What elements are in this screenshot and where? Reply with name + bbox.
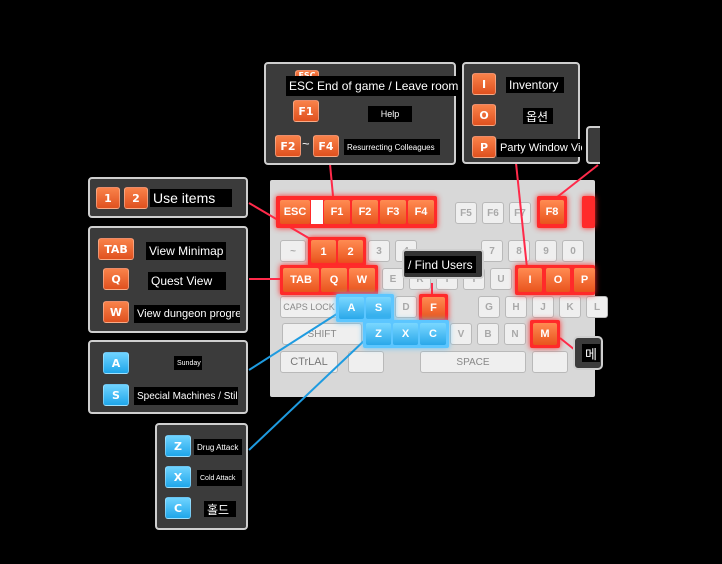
f2-key-badge: F2 bbox=[275, 135, 301, 157]
kb-key-c: C bbox=[420, 323, 446, 345]
kb-key-o: O bbox=[546, 268, 570, 292]
kb-key-w: W bbox=[349, 268, 375, 292]
esc-label: ESC End of game / Leave room bbox=[286, 76, 458, 96]
kb-key-f: F bbox=[422, 297, 445, 319]
c-key-badge: C bbox=[165, 497, 191, 519]
p-key-badge: P bbox=[472, 136, 496, 158]
kb-key-f4: F4 bbox=[408, 200, 434, 224]
q-key-badge: Q bbox=[103, 268, 129, 290]
key1-badge: 1 bbox=[96, 187, 120, 209]
resurrect-label: Resurrecting Colleagues bbox=[344, 139, 440, 155]
kb-key-p: P bbox=[574, 268, 595, 292]
x-key-badge: X bbox=[165, 466, 191, 488]
panel-offscreen-edge bbox=[586, 126, 600, 164]
kb-key-s: S bbox=[366, 297, 391, 319]
panel-tab-q-w: TAB View Minimap Q Quest View W View dun… bbox=[88, 226, 248, 333]
special-machines-label: Special Machines / Stillme bbox=[134, 387, 238, 405]
dungeon-progress-label: View dungeon progress bbox=[134, 305, 240, 323]
quest-view-label: Quest View bbox=[148, 272, 226, 290]
kb-key-esc: ESC bbox=[280, 200, 310, 224]
kb-key-a: A bbox=[339, 297, 364, 319]
cold-attack-label: Cold Attack bbox=[197, 470, 242, 486]
panel-top-right: I Inventory O 옵션 P Party Window View bbox=[462, 62, 582, 164]
tab-key-badge: TAB bbox=[98, 238, 134, 260]
f4-key-badge: F4 bbox=[313, 135, 339, 157]
kb-key-z: Z bbox=[366, 323, 391, 345]
w-key-badge: W bbox=[103, 301, 129, 323]
a-label: Sunday bbox=[174, 356, 202, 370]
kb-key-f2: F2 bbox=[352, 200, 378, 224]
help-label: Help bbox=[368, 106, 412, 122]
party-window-label: Party Window View bbox=[497, 139, 582, 157]
kb-key-x: X bbox=[393, 323, 418, 345]
options-label: 옵션 bbox=[523, 108, 553, 124]
kb-key-f1: F1 bbox=[324, 200, 350, 224]
find-users-callout: / Find Users bbox=[402, 249, 484, 279]
o-key-badge: O bbox=[472, 104, 496, 126]
kb-key-1: 1 bbox=[311, 240, 336, 263]
s-key-badge: S bbox=[103, 384, 129, 406]
use-items-label: Use items bbox=[150, 189, 232, 207]
minimap-label: View Minimap bbox=[146, 242, 226, 260]
drug-attack-label: Drug Attack bbox=[194, 439, 242, 455]
i-key-badge: I bbox=[472, 73, 496, 95]
m-callout: 메 bbox=[573, 336, 603, 370]
kb-key-f3: F3 bbox=[380, 200, 406, 224]
kb-key-q: Q bbox=[321, 268, 347, 292]
inventory-label: Inventory bbox=[506, 77, 564, 93]
kb-key-tab: TAB bbox=[283, 268, 319, 292]
panel-z-x-c: Z Drug Attack X Cold Attack C 홀드 bbox=[155, 423, 248, 530]
key2-badge: 2 bbox=[124, 187, 148, 209]
kb-key-2: 2 bbox=[338, 240, 363, 263]
panel-use-items: 1 2 Use items bbox=[88, 177, 248, 218]
kb-gap bbox=[311, 200, 323, 224]
panel-a-s: A Sunday S Special Machines / Stillme bbox=[88, 340, 248, 414]
a-key-badge: A bbox=[103, 352, 129, 374]
kb-key-f8: F8 bbox=[540, 200, 564, 224]
highlight-f9 bbox=[582, 196, 595, 228]
m-label: 메 bbox=[582, 344, 600, 362]
f1-key-badge: F1 bbox=[293, 100, 319, 122]
z-key-badge: Z bbox=[165, 435, 191, 457]
kb-key-m: M bbox=[533, 323, 557, 345]
tilde-label: ~ bbox=[302, 136, 310, 151]
kb-key-i: I bbox=[518, 268, 542, 292]
panel-top: ESC ESC End of game / Leave room F1 Help… bbox=[264, 62, 458, 165]
find-users-label: / Find Users bbox=[405, 256, 476, 273]
hold-label: 홀드 bbox=[204, 501, 236, 517]
